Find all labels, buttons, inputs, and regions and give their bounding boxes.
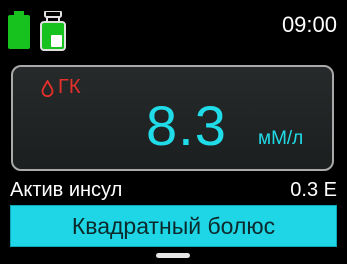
glucose-label: ГК — [58, 76, 81, 98]
scroll-handle[interactable] — [156, 253, 190, 258]
battery-full-icon — [8, 11, 30, 49]
status-bar: 09:00 — [0, 0, 347, 56]
active-insulin-value: 0.3 Е — [290, 179, 337, 201]
glucose-unit: мМ/л — [258, 128, 304, 149]
square-bolus-label: Квадратный болюс — [71, 212, 276, 239]
blood-drop-icon — [41, 80, 54, 97]
glucose-value: 8.3 — [146, 94, 227, 157]
active-insulin-label: Актив инсул — [10, 179, 123, 201]
insulin-reservoir-icon — [40, 11, 66, 51]
square-bolus-button[interactable]: Квадратный болюс — [10, 205, 337, 247]
clock: 09:00 — [281, 12, 337, 37]
